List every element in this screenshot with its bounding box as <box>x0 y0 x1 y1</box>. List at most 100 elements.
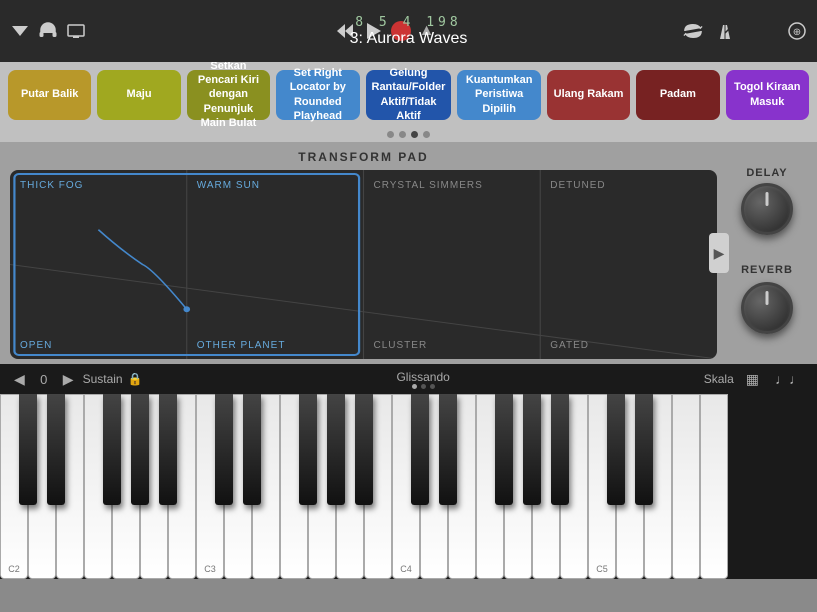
pad-cell-thick-fog[interactable]: THICK FOG <box>10 170 187 265</box>
putar-balik-button[interactable]: Putar Balik <box>8 70 91 120</box>
maju-button[interactable]: Maju <box>97 70 180 120</box>
white-key-F4[interactable] <box>476 394 504 579</box>
white-key-C5[interactable]: C5 <box>588 394 616 579</box>
white-key-visual-F5[interactable] <box>672 394 700 579</box>
pad-cell-crystal-simmers[interactable]: CRYSTAL SIMMERS <box>364 170 541 265</box>
white-key-F2[interactable] <box>84 394 112 579</box>
other-planet-label: OTHER PLANET <box>197 340 286 351</box>
black-key-Asharp-4[interactable] <box>551 394 569 505</box>
piano-keys[interactable]: C2 C3 C4 C5 <box>0 394 728 579</box>
pad-cell-gated[interactable]: GATED <box>540 265 717 360</box>
pad-cell-cluster[interactable]: CLUSTER <box>364 265 541 360</box>
black-key-Fsharp-3[interactable] <box>299 394 317 505</box>
headphone-icon[interactable] <box>38 21 58 41</box>
cluster-label: CLUSTER <box>374 340 428 351</box>
padam-button[interactable]: Padam <box>636 70 719 120</box>
scale-section: Skala ▦ ♩♩ <box>704 369 807 390</box>
octave-controls: ◀ 0 ▶ Sustain 🔒 <box>10 369 143 390</box>
dot-3[interactable] <box>411 131 418 138</box>
button-row: Putar Balik Maju Setkan Pencari Kiri den… <box>0 62 817 127</box>
black-key-Asharp-3[interactable] <box>355 394 373 505</box>
black-key-Gsharp-2[interactable] <box>131 394 149 505</box>
delay-knob[interactable] <box>741 183 793 235</box>
black-key-Asharp-2[interactable] <box>159 394 177 505</box>
metronome-icon[interactable] <box>715 21 735 41</box>
open-label: OPEN <box>20 340 52 351</box>
octave-down-button[interactable]: ◀ <box>10 369 29 390</box>
dot-1[interactable] <box>387 131 394 138</box>
page-dots <box>0 127 817 142</box>
crystal-simmers-label: CRYSTAL SIMMERS <box>374 180 483 191</box>
loop-icon[interactable] <box>683 21 703 41</box>
dropdown-icon[interactable] <box>10 21 30 41</box>
black-key-Gsharp-3[interactable] <box>327 394 345 505</box>
kuantumkan-button[interactable]: Kuantumkan Peristiwa Dipilih <box>457 70 540 120</box>
white-key-C4[interactable]: C4 <box>392 394 420 579</box>
pad-cell-detuned[interactable]: DETUNED <box>540 170 717 265</box>
black-key-Csharp-3[interactable] <box>215 394 233 505</box>
dot-2[interactable] <box>399 131 406 138</box>
black-key-Csharp-2[interactable] <box>19 394 37 505</box>
ulang-rakam-button[interactable]: Ulang Rakam <box>547 70 630 120</box>
octave-number: 0 <box>34 372 54 387</box>
glissando-dots <box>412 384 435 389</box>
dot-4[interactable] <box>423 131 430 138</box>
black-key-Csharp-5[interactable] <box>607 394 625 505</box>
octave-label-c5: C5 <box>596 564 608 574</box>
sustain-label: Sustain <box>83 372 123 386</box>
transport-numbers: 8 5 4 198 <box>355 15 461 30</box>
lock-icon: 🔒 <box>128 372 143 386</box>
thick-fog-label: THICK FOG <box>20 180 83 191</box>
glissando-label: Glissando <box>396 370 449 384</box>
white-key-visual-G5[interactable] <box>700 394 728 579</box>
top-bar-left <box>10 21 86 41</box>
white-key-F3[interactable] <box>280 394 308 579</box>
black-key-Gsharp-4[interactable] <box>523 394 541 505</box>
black-key-Dsharp-2[interactable] <box>47 394 65 505</box>
black-key-Csharp-4[interactable] <box>411 394 429 505</box>
track-name: 3: Aurora Waves <box>350 30 468 48</box>
piano-keyboard[interactable]: C2 C3 C4 C5 <box>0 394 817 579</box>
set-right-button[interactable]: Set Right Locator by Rounded Playhead <box>276 70 359 120</box>
black-key-Fsharp-2[interactable] <box>103 394 121 505</box>
glissando-section: Glissando <box>153 370 694 389</box>
octave-up-button[interactable]: ▶ <box>59 369 78 390</box>
black-key-Dsharp-3[interactable] <box>243 394 261 505</box>
black-key-Dsharp-5[interactable] <box>635 394 653 505</box>
notes-icon[interactable]: ♩♩ <box>771 369 807 389</box>
warm-sun-label: WARM SUN <box>197 180 260 191</box>
gated-label: GATED <box>550 340 589 351</box>
transform-pad-section: TRANSFORM PAD THICK FOG <box>10 142 717 359</box>
glissando-dot-1[interactable] <box>412 384 417 389</box>
gelung-button[interactable]: Gelung Rantau/Folder Aktif/Tidak Aktif <box>366 70 452 120</box>
top-bar: 8 5 4 198 3: Aurora Waves ▲ <box>0 0 817 62</box>
octave-label-c2: C2 <box>8 564 20 574</box>
next-arrow-button[interactable]: ▶ <box>709 233 729 273</box>
detuned-label: DETUNED <box>550 180 605 191</box>
black-key-Dsharp-4[interactable] <box>439 394 457 505</box>
bottom-strip: ◀ 0 ▶ Sustain 🔒 Glissando Skala ▦ ♩♩ <box>0 364 817 394</box>
reverb-knob[interactable] <box>741 282 793 334</box>
glissando-dot-2[interactable] <box>421 384 426 389</box>
setkan-pencari-button[interactable]: Setkan Pencari Kiri dengan Penunjuk Main… <box>187 70 270 120</box>
pad-cell-warm-sun[interactable]: WARM SUN <box>187 170 364 265</box>
white-key-C3[interactable]: C3 <box>196 394 224 579</box>
reverb-group: REVERB <box>741 264 793 334</box>
white-key-F5[interactable] <box>672 394 700 579</box>
delay-group: DELAY <box>741 167 793 235</box>
white-key-G5[interactable] <box>700 394 728 579</box>
pad-cell-open[interactable]: OPEN <box>10 265 187 360</box>
top-bar-right: ⊕ <box>683 21 807 41</box>
screen-icon[interactable] <box>66 21 86 41</box>
black-key-Fsharp-4[interactable] <box>495 394 513 505</box>
svg-text:⊕: ⊕ <box>793 27 801 38</box>
piano-grid-icon[interactable]: ▦ <box>742 369 763 390</box>
transform-pad-title: TRANSFORM PAD <box>298 150 428 164</box>
reverb-label: REVERB <box>741 264 793 276</box>
togol-button[interactable]: Togol Kiraan Masuk <box>726 70 809 120</box>
pad-cell-other-planet[interactable]: OTHER PLANET <box>187 265 364 360</box>
settings-icon[interactable]: ⊕ <box>787 21 807 41</box>
white-key-C2[interactable]: C2 <box>0 394 28 579</box>
glissando-dot-3[interactable] <box>430 384 435 389</box>
transform-pad[interactable]: THICK FOG WARM SUN CRYSTAL SIMMERS DETUN… <box>10 170 717 359</box>
